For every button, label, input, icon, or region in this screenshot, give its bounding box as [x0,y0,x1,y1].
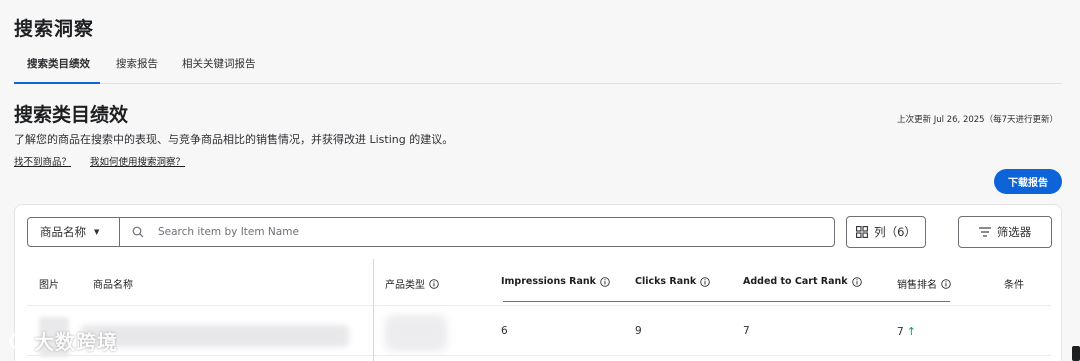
grid-icon [856,226,869,238]
column-header-product-type[interactable]: 产品类型 [385,276,439,291]
column-header-impressions-rank[interactable]: Impressions Rank [501,276,610,287]
search-bar: 商品名称 ▼ [27,217,835,247]
cell-clicks-rank: 9 [635,325,642,337]
column-header-impressions-rank-label: Impressions Rank [501,276,596,287]
columns-button-label: 列（6） [874,225,916,239]
tab-search-report[interactable]: 搜索报告 [116,56,158,84]
search-input[interactable] [158,222,818,242]
column-header-added-to-cart-rank[interactable]: Added to Cart Rank [743,276,862,287]
cell-impressions-rank: 6 [501,325,508,337]
sort-indicator [503,301,950,302]
column-divider [373,259,374,361]
search-icon [132,226,144,238]
cell-added-to-cart-rank: 7 [743,325,750,337]
cant-find-item-link[interactable]: 找不到商品？ [14,154,71,168]
column-header-clicks-rank[interactable]: Clicks Rank [635,276,710,287]
column-header-added-to-cart-rank-label: Added to Cart Rank [743,276,848,287]
corner-mark [1072,346,1080,361]
info-icon[interactable] [600,276,610,287]
product-name-redacted [81,325,349,347]
product-type-redacted [385,315,447,351]
tab-search-category-performance[interactable]: 搜索类目绩效 [14,56,100,84]
column-header-condition[interactable]: 条件 [1004,276,1024,291]
download-report-button[interactable]: 下载报告 [994,169,1062,194]
watermark-text: 大数跨境 [34,330,118,354]
tab-bar: 搜索类目绩效 搜索报告 相关关键词报告 [14,56,1062,84]
last-updated-text: 上次更新 Jul 26, 2025（每7天进行更新） [897,115,1058,125]
trend-up-arrow-icon: ↑ [906,325,916,338]
cell-sales-rank: 7 ↑ [897,325,916,338]
columns-button[interactable]: 列（6） [846,216,926,248]
results-card: 商品名称 ▼ 列（6） 筛选器 图片 商品名称 产品类型 Impressions… [14,204,1062,361]
search-field-select-label: 商品名称 [40,225,86,239]
filter-button-label: 筛选器 [996,225,1032,239]
page-title: 搜索洞察 [14,18,95,40]
watermark-logo-icon [10,331,28,350]
column-header-clicks-rank-label: Clicks Rank [635,276,697,287]
row-divider [27,355,1051,356]
column-header-item-name[interactable]: 商品名称 [93,276,133,291]
caret-down-icon: ▼ [94,228,100,236]
info-icon[interactable] [700,276,710,287]
search-field-select[interactable]: 商品名称 ▼ [28,218,120,246]
tab-related-keywords-report[interactable]: 相关关键词报告 [182,56,256,84]
filter-lines-icon [978,227,991,237]
info-icon[interactable] [851,276,862,287]
how-to-use-link[interactable]: 我如何使用搜索洞察？ [90,154,185,168]
watermark: 大数跨境 [8,326,118,355]
section-title: 搜索类目绩效 [14,104,129,126]
filter-button[interactable]: 筛选器 [958,216,1052,248]
column-header-product-type-label: 产品类型 [385,280,425,291]
section-description: 了解您的商品在搜索中的表现、与竞争商品相比的销售情况，并获得改进 Listing… [14,133,454,146]
column-header-sales-rank[interactable]: 销售排名 [897,276,951,291]
column-header-image: 图片 [39,280,59,291]
cell-sales-rank-value: 7 [897,326,904,338]
header-divider [27,305,1051,306]
info-icon[interactable] [941,278,951,289]
column-header-sales-rank-label: 销售排名 [897,280,937,291]
info-icon[interactable] [429,278,439,289]
